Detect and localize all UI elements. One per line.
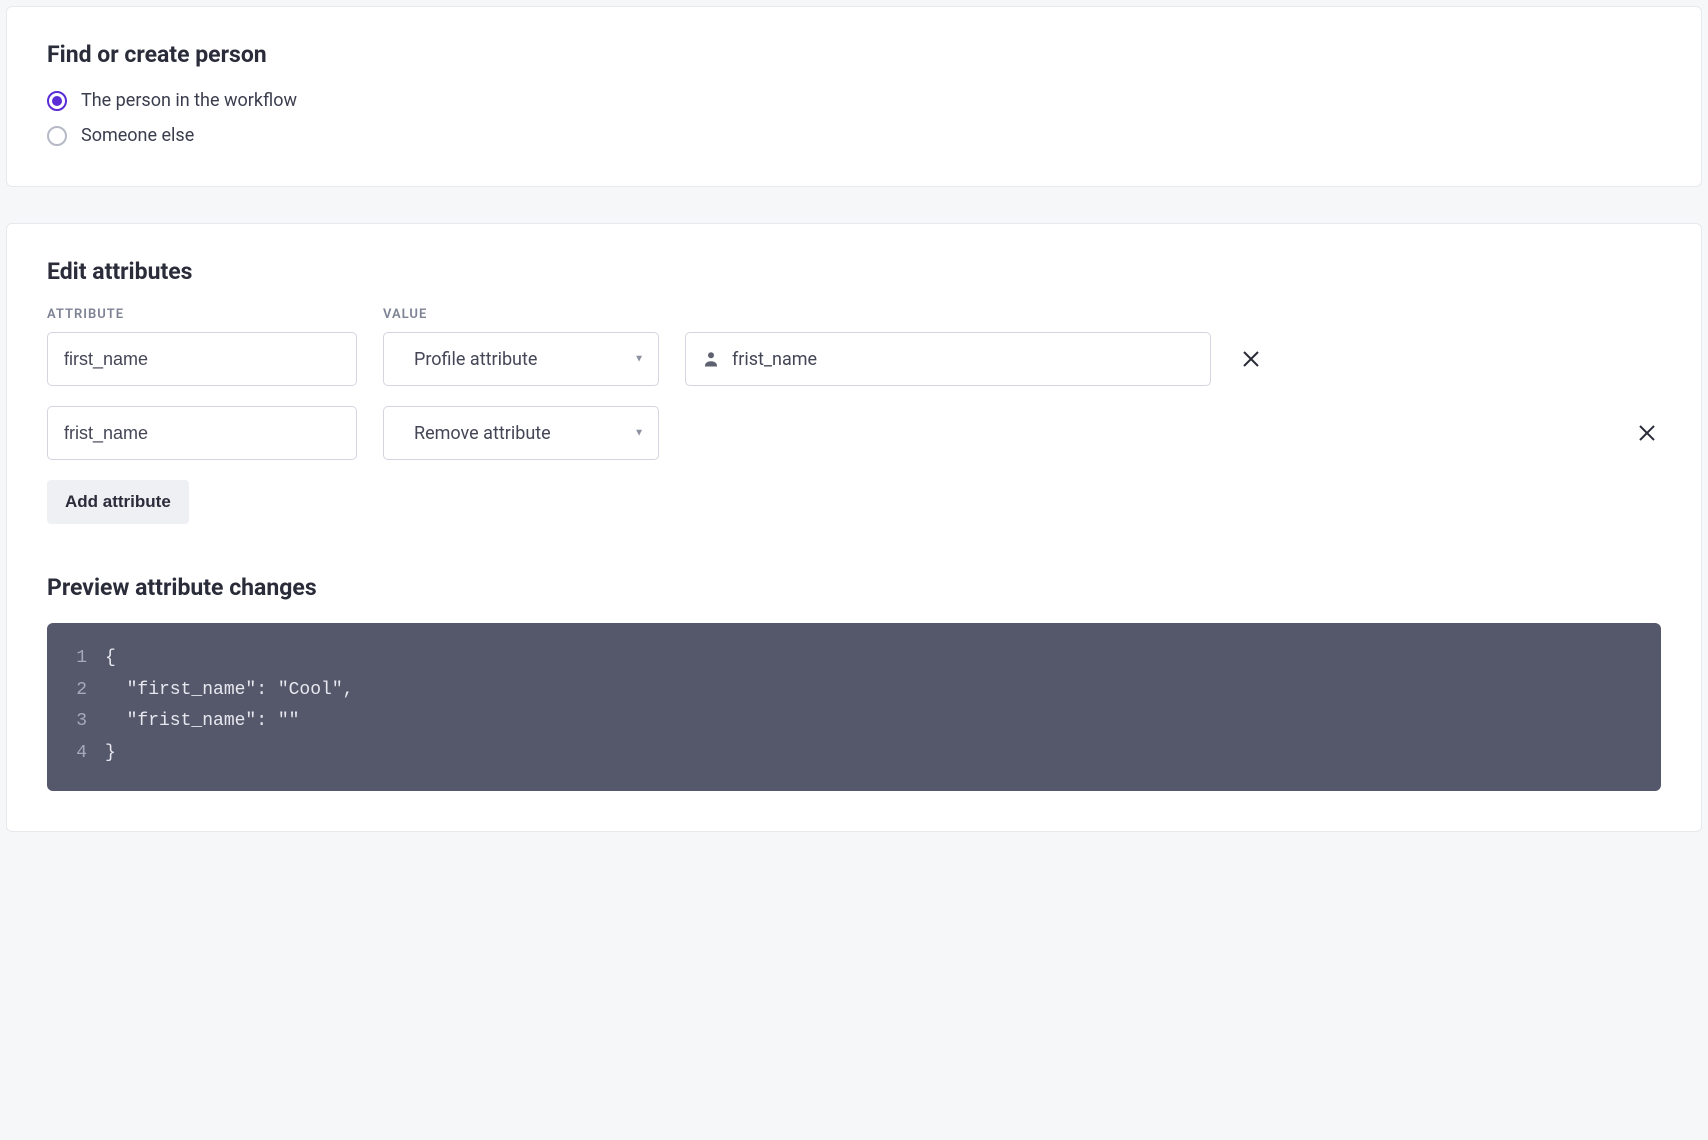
- caret-down-icon: ▼: [634, 428, 644, 439]
- code-text: }: [105, 738, 116, 770]
- preview-code-block: 1 { 2 "first_name": "Cool", 3 "frist_nam…: [47, 623, 1661, 791]
- caret-down-icon: ▼: [634, 354, 644, 365]
- header-attribute: ATTRIBUTE: [47, 307, 357, 322]
- line-number: 2: [65, 675, 87, 707]
- person-radio-group: The person in the workflow Someone else: [47, 90, 1661, 146]
- radio-label: The person in the workflow: [81, 90, 297, 111]
- header-value: VALUE: [383, 307, 659, 322]
- value-reference-label: frist_name: [732, 349, 817, 370]
- radio-icon: [47, 126, 67, 146]
- value-reference-field[interactable]: frist_name: [685, 332, 1211, 386]
- column-headers: ATTRIBUTE VALUE: [47, 307, 1661, 322]
- close-icon: [1242, 350, 1260, 368]
- remove-row-button[interactable]: [1633, 419, 1661, 447]
- find-person-title: Find or create person: [47, 41, 1661, 68]
- code-line: 1 {: [65, 643, 1643, 675]
- person-icon: [702, 350, 720, 368]
- radio-icon: [47, 91, 67, 111]
- find-person-card: Find or create person The person in the …: [6, 6, 1702, 187]
- radio-person-in-workflow[interactable]: The person in the workflow: [47, 90, 1661, 111]
- code-text: "first_name": "Cool",: [105, 675, 353, 707]
- edit-attributes-card: Edit attributes ATTRIBUTE VALUE Profile …: [6, 223, 1702, 832]
- code-text: {: [105, 643, 116, 675]
- preview-title: Preview attribute changes: [47, 574, 1661, 601]
- line-number: 3: [65, 706, 87, 738]
- radio-someone-else[interactable]: Someone else: [47, 125, 1661, 146]
- edit-attributes-title: Edit attributes: [47, 258, 1661, 285]
- attribute-rows: Profile attribute ▼ frist_name Remove at…: [47, 332, 1661, 460]
- add-attribute-button[interactable]: Add attribute: [47, 480, 189, 524]
- line-number: 4: [65, 738, 87, 770]
- line-number: 1: [65, 643, 87, 675]
- close-icon: [1638, 424, 1656, 442]
- code-line: 4 }: [65, 738, 1643, 770]
- select-label: Remove attribute: [414, 423, 551, 444]
- attribute-name-input[interactable]: [47, 332, 357, 386]
- select-label: Profile attribute: [414, 349, 537, 370]
- attribute-row: Remove attribute ▼: [47, 406, 1661, 460]
- code-text: "frist_name": "": [105, 706, 299, 738]
- code-line: 2 "first_name": "Cool",: [65, 675, 1643, 707]
- attribute-row: Profile attribute ▼ frist_name: [47, 332, 1661, 386]
- value-action-select[interactable]: Profile attribute ▼: [383, 332, 659, 386]
- radio-label: Someone else: [81, 125, 194, 146]
- remove-row-button[interactable]: [1237, 345, 1265, 373]
- attribute-name-input[interactable]: [47, 406, 357, 460]
- code-line: 3 "frist_name": "": [65, 706, 1643, 738]
- value-action-select[interactable]: Remove attribute ▼: [383, 406, 659, 460]
